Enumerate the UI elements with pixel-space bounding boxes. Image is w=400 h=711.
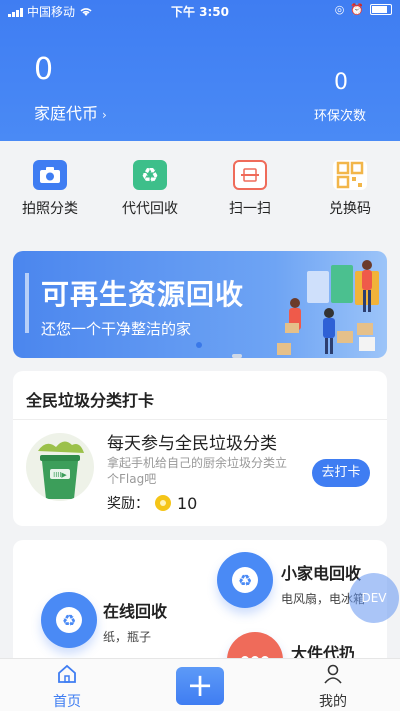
quick-actions: 拍照分类 ♻ 代代回收 扫一扫 兑换码 bbox=[0, 160, 400, 220]
home-icon bbox=[58, 664, 76, 683]
tab-me[interactable]: 我的 bbox=[293, 663, 373, 711]
eco-count-value: 0 bbox=[334, 70, 348, 95]
carousel-indicator-active bbox=[196, 342, 202, 348]
action-label: 兑换码 bbox=[329, 201, 371, 217]
task-description: 拿起手机给自己的厨余垃圾分类立个Flag吧 bbox=[107, 456, 288, 486]
divider bbox=[13, 419, 387, 420]
eco-count-label: 环保次数 bbox=[313, 109, 366, 124]
reward-row: 奖励： 10 bbox=[107, 493, 197, 513]
lock-rotation-icon: ◎ bbox=[334, 3, 345, 16]
service-desc: 纸，瓶子 bbox=[103, 630, 152, 644]
recycle-icon: ♻ bbox=[217, 552, 273, 608]
checkin-button[interactable]: 去打卡 bbox=[312, 459, 370, 487]
banner-accent-bar bbox=[25, 273, 29, 333]
recycling-people-illustration bbox=[277, 260, 379, 355]
qrcode-icon bbox=[333, 160, 367, 190]
service-small-appliance[interactable]: ♻ 小家电回收 电风扇，电冰箱 bbox=[217, 552, 365, 608]
status-bar: 中国移动 下午 3:50 ◎ ⏰ bbox=[0, 0, 400, 22]
user-icon bbox=[324, 664, 342, 684]
dev-float-button[interactable]: DEV bbox=[349, 573, 399, 623]
reward-label: 奖励： bbox=[107, 496, 149, 512]
coin-icon bbox=[155, 495, 171, 511]
battery-icon bbox=[370, 4, 392, 15]
service-name: 在线回收 bbox=[103, 602, 168, 621]
action-redeem-code[interactable]: 兑换码 bbox=[300, 160, 400, 220]
coin-value: 0 bbox=[34, 52, 54, 87]
tab-label: 首页 bbox=[53, 694, 81, 710]
coin-link[interactable]: 家庭代币 › bbox=[34, 100, 107, 124]
alarm-icon: ⏰ bbox=[350, 3, 364, 16]
service-online-recycle[interactable]: ♻ 在线回收 纸，瓶子 bbox=[41, 592, 167, 648]
reward-value: 10 bbox=[177, 493, 198, 513]
action-label: 代代回收 bbox=[122, 201, 178, 217]
scan-icon bbox=[233, 160, 267, 190]
coin-label: 家庭代币 bbox=[34, 104, 99, 123]
add-button[interactable]: + bbox=[176, 667, 224, 705]
camera-icon bbox=[33, 160, 67, 190]
svg-text:♻: ♻ bbox=[62, 611, 76, 630]
action-photo-classify[interactable]: 拍照分类 bbox=[0, 160, 100, 220]
card-title: 全民垃圾分类打卡 bbox=[26, 391, 155, 410]
tab-label: 我的 bbox=[319, 694, 347, 710]
action-label: 拍照分类 bbox=[22, 201, 78, 217]
green-bin-image: IIII▶ bbox=[26, 433, 94, 501]
recycle-services-card: ♻ 小家电回收 电风扇，电冰箱 ♻ 在线回收 纸，瓶子 大件代扔 bbox=[13, 540, 387, 670]
service-name: 小家电回收 bbox=[281, 564, 362, 583]
plus-icon: + bbox=[186, 666, 214, 704]
action-proxy-recycle[interactable]: ♻ 代代回收 bbox=[100, 160, 200, 220]
chevron-right-icon: › bbox=[102, 108, 107, 122]
action-label: 扫一扫 bbox=[229, 201, 271, 217]
recycle-icon: ♻ bbox=[41, 592, 97, 648]
header: 中国移动 下午 3:50 ◎ ⏰ 0 家庭代币 › 0 环保次数 bbox=[0, 0, 400, 141]
checkin-card: 全民垃圾分类打卡 IIII▶ 每天参与全民垃圾分类 拿起手机给自己的厨余垃圾分类… bbox=[13, 371, 387, 526]
action-scan[interactable]: 扫一扫 bbox=[200, 160, 300, 220]
banner-subtitle: 还您一个干净整洁的家 bbox=[41, 320, 192, 338]
tab-home[interactable]: 首页 bbox=[27, 663, 107, 711]
svg-text:♻: ♻ bbox=[238, 571, 252, 590]
svg-text:IIII▶: IIII▶ bbox=[53, 471, 67, 479]
tab-bar: 首页 + 我的 bbox=[0, 658, 400, 711]
task-title: 每天参与全民垃圾分类 bbox=[107, 434, 277, 454]
banner-title: 可再生资源回收 bbox=[41, 278, 245, 311]
carousel-indicator bbox=[232, 354, 242, 358]
recycle-icon: ♻ bbox=[133, 160, 167, 190]
